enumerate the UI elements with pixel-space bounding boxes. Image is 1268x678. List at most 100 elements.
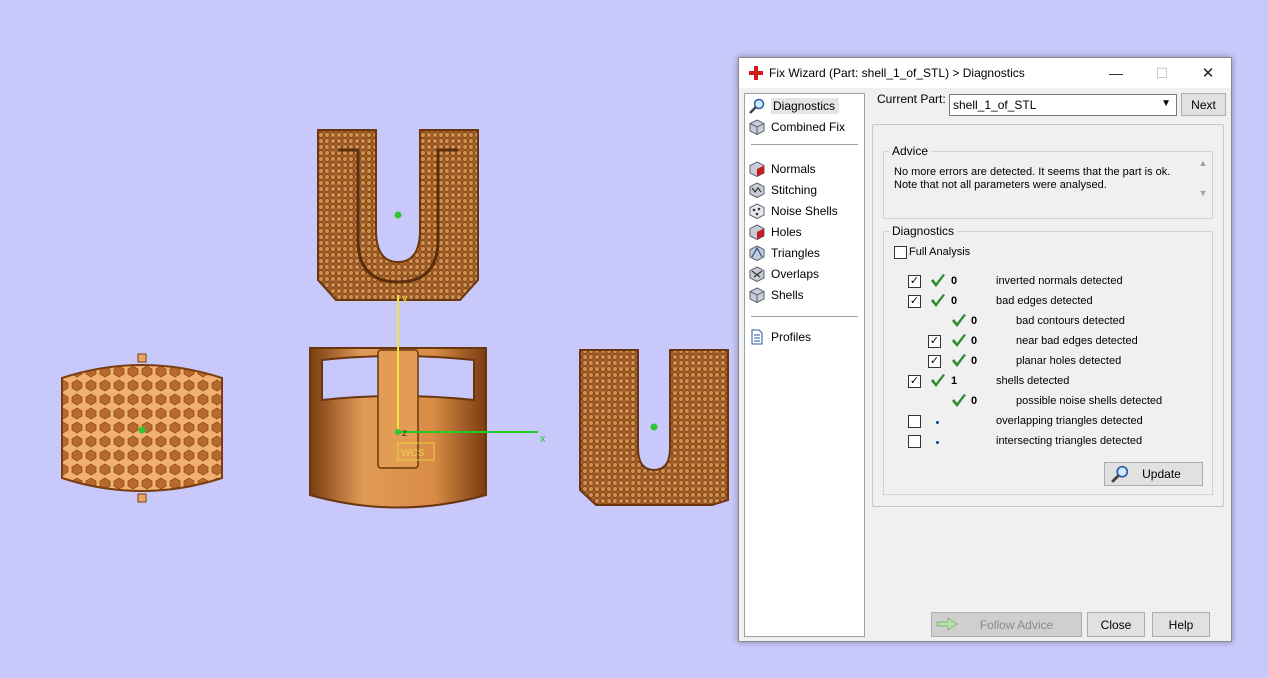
nav-item-combined-fix[interactable]: Combined Fix bbox=[749, 117, 845, 136]
diagnostic-count: 0 bbox=[971, 335, 978, 347]
advice-text: No more errors are detected. It seems th… bbox=[894, 166, 1184, 192]
nav-label: Stitching bbox=[771, 182, 818, 197]
advice-line-1: No more errors are detected. It seems th… bbox=[894, 166, 1171, 178]
follow-advice-button[interactable]: Follow Advice bbox=[931, 612, 1082, 637]
minimize-button[interactable]: — bbox=[1093, 58, 1139, 88]
diagnostic-checkbox[interactable] bbox=[908, 415, 921, 428]
nav-label: Overlaps bbox=[771, 266, 820, 281]
diagnostic-checkbox[interactable] bbox=[908, 435, 921, 448]
diagnostic-checkbox[interactable]: ✓ bbox=[908, 275, 921, 288]
chevron-down-icon: ▼ bbox=[1161, 98, 1171, 109]
fix-wizard-icon bbox=[749, 66, 763, 80]
diagnostic-label: overlapping triangles detected bbox=[996, 415, 1143, 427]
nav-item-shells[interactable]: Shells bbox=[749, 285, 804, 304]
diagnostic-row: ✓ 0 inverted normals detected bbox=[884, 274, 1210, 290]
check-icon bbox=[952, 394, 966, 407]
diagnostic-label: shells detected bbox=[996, 375, 1070, 387]
current-part-value: shell_1_of_STL bbox=[953, 98, 1037, 112]
document-icon bbox=[751, 329, 763, 344]
close-button[interactable]: Close bbox=[1087, 612, 1145, 637]
nav-label: Triangles bbox=[771, 245, 820, 260]
nav-item-profiles[interactable]: Profiles bbox=[749, 327, 811, 346]
nav-item-noise-shells[interactable]: Noise Shells bbox=[749, 201, 838, 220]
title-bar[interactable]: Fix Wizard (Part: shell_1_of_STL) > Diag… bbox=[739, 58, 1231, 88]
diagnostic-label: inverted normals detected bbox=[996, 275, 1123, 287]
update-label: Update bbox=[1142, 467, 1181, 481]
help-button[interactable]: Help bbox=[1152, 612, 1210, 637]
diagnostic-row: 0 possible noise shells detected bbox=[884, 394, 1210, 410]
check-icon bbox=[931, 374, 945, 387]
diagnostic-row: ✓ 0 near bad edges detected bbox=[884, 334, 1210, 350]
check-icon bbox=[952, 314, 966, 327]
update-button[interactable]: Update bbox=[1104, 462, 1203, 486]
nav-item-diagnostics[interactable]: Diagnostics bbox=[749, 96, 840, 115]
nav-label: Holes bbox=[771, 224, 802, 239]
nav-item-stitching[interactable]: Stitching bbox=[749, 180, 817, 199]
fix-wizard-dialog: Fix Wizard (Part: shell_1_of_STL) > Diag… bbox=[738, 57, 1232, 642]
nav-item-overlaps[interactable]: Overlaps bbox=[749, 264, 819, 283]
diagnostic-count: 0 bbox=[971, 355, 978, 367]
diagnostic-checkbox[interactable]: ✓ bbox=[908, 295, 921, 308]
current-part-select[interactable]: shell_1_of_STL ▼ bbox=[949, 94, 1177, 116]
nav-label: Diagnostics bbox=[771, 97, 840, 114]
advice-title: Advice bbox=[889, 144, 932, 158]
check-icon bbox=[952, 354, 966, 367]
diagnostic-count: 0 bbox=[951, 275, 958, 287]
check-icon bbox=[931, 274, 945, 287]
stitching-icon bbox=[749, 181, 765, 198]
close-window-button[interactable]: ✕ bbox=[1185, 58, 1231, 88]
triangles-icon bbox=[749, 244, 765, 261]
diagnostic-label: possible noise shells detected bbox=[1016, 395, 1163, 407]
nav-label: Combined Fix bbox=[771, 119, 846, 134]
diagnostic-checkbox[interactable]: ✓ bbox=[908, 375, 921, 388]
nav-label: Normals bbox=[771, 161, 816, 176]
follow-advice-label: Follow Advice bbox=[979, 617, 1054, 632]
current-part-label: Current Part: bbox=[877, 92, 946, 106]
nav-label: Profiles bbox=[771, 329, 812, 344]
wcs-label: WCS bbox=[401, 448, 425, 459]
diagnostic-row: 0 bad contours detected bbox=[884, 314, 1210, 330]
diagnostic-label: bad edges detected bbox=[996, 295, 1093, 307]
magnifier-icon bbox=[749, 98, 765, 114]
hex-ring bbox=[61, 353, 223, 503]
holes-icon bbox=[749, 223, 765, 240]
magnifier-icon bbox=[1111, 465, 1129, 483]
maximize-button[interactable]: ☐ bbox=[1139, 58, 1185, 88]
viewport-scene: WCS y x z bbox=[61, 129, 729, 509]
arrow-right-icon bbox=[936, 617, 958, 631]
nav-item-holes[interactable]: Holes bbox=[749, 222, 802, 241]
diagnostic-count: 1 bbox=[951, 375, 958, 387]
diagnostic-count: 0 bbox=[971, 395, 978, 407]
diagnostic-count: 0 bbox=[951, 295, 958, 307]
diagnostic-label: planar holes detected bbox=[1016, 355, 1122, 367]
next-button[interactable]: Next bbox=[1181, 93, 1226, 116]
normals-cube-icon bbox=[749, 160, 765, 177]
nav-item-triangles[interactable]: Triangles bbox=[749, 243, 820, 262]
dialog-title: Fix Wizard (Part: shell_1_of_STL) > Diag… bbox=[769, 66, 1025, 80]
nav-label: Shells bbox=[771, 287, 804, 302]
diagnostic-count: 0 bbox=[971, 315, 978, 327]
advice-group: Advice No more errors are detected. It s… bbox=[883, 144, 1213, 219]
nav-item-normals[interactable]: Normals bbox=[749, 159, 816, 178]
axis-x-label: x bbox=[540, 433, 546, 445]
shells-icon bbox=[749, 286, 765, 303]
content-panel: Advice No more errors are detected. It s… bbox=[872, 124, 1224, 507]
diagnostic-checkbox[interactable]: ✓ bbox=[928, 335, 941, 348]
diagnostic-label: intersecting triangles detected bbox=[996, 435, 1143, 447]
u-letter-top bbox=[317, 129, 479, 301]
nav-label: Noise Shells bbox=[771, 203, 838, 218]
cube-icon bbox=[749, 118, 765, 135]
diagnostic-row: overlapping triangles detected bbox=[884, 414, 1210, 430]
check-icon bbox=[952, 334, 966, 347]
advice-scrollbar[interactable]: ▲ ▼ bbox=[1196, 158, 1210, 204]
diagnostics-group: Diagnostics Full Analysis ✓ 0 inverted nor… bbox=[883, 224, 1213, 495]
wizard-nav: Diagnostics Combined Fix Normals Stitchi… bbox=[744, 93, 865, 637]
pending-dot-icon bbox=[936, 441, 939, 444]
diagnostic-row: ✓ 0 bad edges detected bbox=[884, 294, 1210, 310]
full-analysis-checkbox[interactable] bbox=[894, 246, 907, 259]
diagnostic-row: intersecting triangles detected bbox=[884, 434, 1210, 450]
diagnostic-label: near bad edges detected bbox=[1016, 335, 1138, 347]
diagnostic-checkbox[interactable]: ✓ bbox=[928, 355, 941, 368]
axis-z-label: z bbox=[402, 428, 407, 439]
check-icon bbox=[931, 294, 945, 307]
